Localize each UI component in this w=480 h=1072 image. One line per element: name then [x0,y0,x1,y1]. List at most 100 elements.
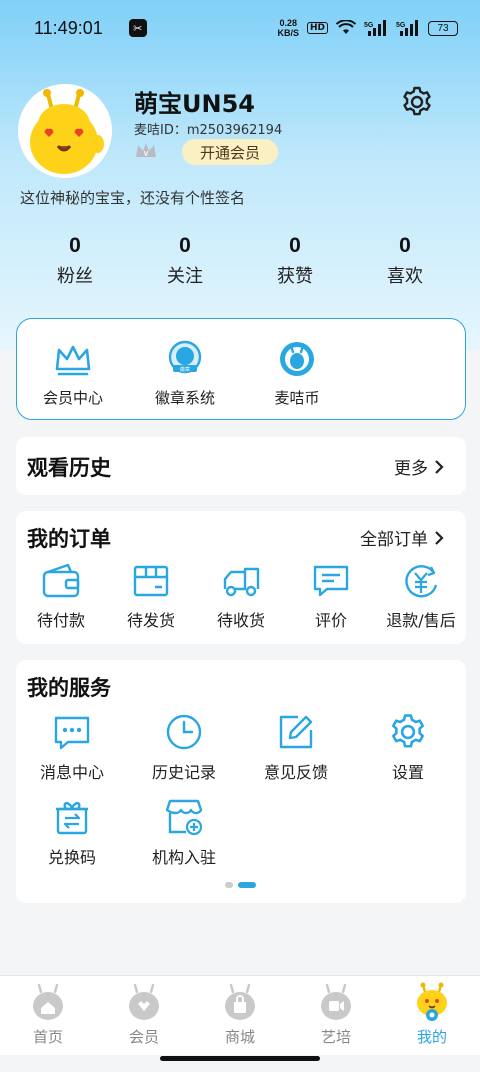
service-institution-join[interactable]: 机构入驻 [128,797,240,868]
order-pending-payment[interactable]: 待付款 [16,563,106,631]
home-indicator[interactable] [160,1056,320,1061]
wallet-icon [42,563,80,598]
service-label: 意见反馈 [263,763,328,782]
signature-bio: 这位神秘的宝宝，还没有个性签名 [20,189,246,207]
watch-history-title: 观看历史 [27,456,111,480]
open-vip-button[interactable]: 开通会员 [182,139,278,165]
stat-number: 0 [399,234,411,257]
tab-art-training[interactable]: 艺培 [288,976,384,1055]
net-speed: 0.28 KB/S [277,18,299,38]
service-label: 历史记录 [151,763,216,782]
stat-label: 粉丝 [57,266,93,287]
all-orders-label: 全部订单 [360,530,428,550]
chevron-right-icon [435,530,444,545]
feature-label: 会员中心 [42,389,103,407]
service-redeem-code[interactable]: 兑换码 [16,797,128,868]
order-pending-shipment[interactable]: 待发货 [106,563,196,631]
stat-likes-received[interactable]: 0 获赞 [240,232,350,288]
user-id: 麦咭ID：m2503962194 [134,123,283,138]
home-mascot-icon [33,983,63,1020]
all-orders-link[interactable]: 全部订单 [360,525,444,550]
feature-card: 会员中心 徽章 徽章系统 麦咭币 [16,318,466,420]
services-card: 我的服务 消息中心 历史记录 意见反馈 设置 兑换码 机构入驻 [16,660,466,903]
stat-label: 关注 [167,266,203,287]
tab-label: 我的 [416,1028,447,1046]
stat-number: 0 [69,234,81,257]
truck-icon [223,567,260,597]
status-bar: 11:49:01 ✂ 0.28 KB/S HD 5G 5G 73 [0,0,480,56]
feature-label: 麦咭币 [274,389,320,407]
tab-label: 首页 [32,1028,63,1046]
service-label: 消息中心 [39,763,104,782]
orders-title: 我的订单 [27,527,111,551]
signal-5g-icon-2: 5G [396,20,418,36]
tab-vip[interactable]: 会员 [96,976,192,1055]
settings-gear-icon[interactable] [400,85,434,119]
service-label: 机构入驻 [151,848,216,867]
pager-dot-active [238,882,256,888]
stat-favorites[interactable]: 0 喜欢 [350,232,460,288]
feature-label: 徽章系统 [154,389,215,407]
history-more-link[interactable]: 更多 [394,454,444,479]
refund-icon [405,565,438,598]
order-review[interactable]: 评价 [286,563,376,631]
stat-following[interactable]: 0 关注 [130,232,240,288]
gift-exchange-icon [56,802,88,835]
order-refund[interactable]: 退款/售后 [376,563,466,631]
service-settings[interactable]: 设置 [352,712,464,783]
wifi-icon [336,20,356,34]
tab-label: 艺培 [320,1028,351,1046]
stat-label: 获赞 [277,266,313,287]
feature-badge-system[interactable]: 徽章 徽章系统 [129,339,241,419]
tab-mall[interactable]: 商城 [192,976,288,1055]
stat-fans[interactable]: 0 粉丝 [20,232,130,288]
order-pending-receipt[interactable]: 待收货 [196,563,286,631]
comment-icon [313,565,349,597]
coin-icon [280,342,314,376]
services-pager [225,882,256,888]
feature-vip-center[interactable]: 会员中心 [17,339,129,419]
mine-mascot-icon [417,982,447,1021]
tab-label: 商城 [224,1028,255,1046]
stat-label: 喜欢 [387,266,423,287]
net-speed-value: 0.28 [279,18,297,28]
stat-number: 0 [289,234,301,257]
service-feedback[interactable]: 意见反馈 [240,712,352,783]
status-time: 11:49:01 [34,17,103,38]
svg-text:5G: 5G [364,22,374,29]
chevron-right-icon [435,459,444,474]
svg-text:5G: 5G [396,22,406,29]
bottom-tab-bar: 首页 会员 商城 艺培 我的 [0,975,480,1055]
watch-history-card[interactable]: 观看历史 更多 [16,437,466,495]
signal-5g-icon: 5G [364,20,386,36]
badge-icon: 徽章 [168,340,202,374]
pager-dot [225,882,233,888]
orders-card: 我的订单 全部订单 待付款 待发货 待收货 评价 退款/售后 [16,511,466,644]
stat-number: 0 [179,234,191,257]
message-icon [54,716,90,750]
more-label: 更多 [394,459,428,479]
order-label: 待付款 [36,611,85,630]
box-icon [133,565,169,597]
mall-mascot-icon [225,983,255,1020]
tab-home[interactable]: 首页 [0,976,96,1055]
avatar[interactable] [18,84,112,178]
net-speed-unit: KB/S [277,28,299,38]
service-label: 设置 [391,763,424,782]
services-title: 我的服务 [27,676,111,700]
vip-mascot-icon [129,983,159,1020]
service-message-center[interactable]: 消息中心 [16,712,128,783]
svg-text:V: V [144,151,149,158]
service-history[interactable]: 历史记录 [128,712,240,783]
services-grid: 消息中心 历史记录 意见反馈 设置 兑换码 机构入驻 [16,712,466,868]
clock-icon [166,714,202,750]
capcut-icon: ✂ [128,19,147,37]
battery-icon: 73 [428,20,458,36]
feature-coin[interactable]: 麦咭币 [241,339,353,419]
level-crown-icon: V [136,143,156,158]
art-mascot-icon [321,983,351,1020]
stats-row: 0 粉丝 0 关注 0 获赞 0 喜欢 [20,232,460,288]
nickname: 萌宝UN54 [134,90,255,118]
tab-mine[interactable]: 我的 [384,976,480,1055]
order-label: 退款/售后 [386,611,456,630]
